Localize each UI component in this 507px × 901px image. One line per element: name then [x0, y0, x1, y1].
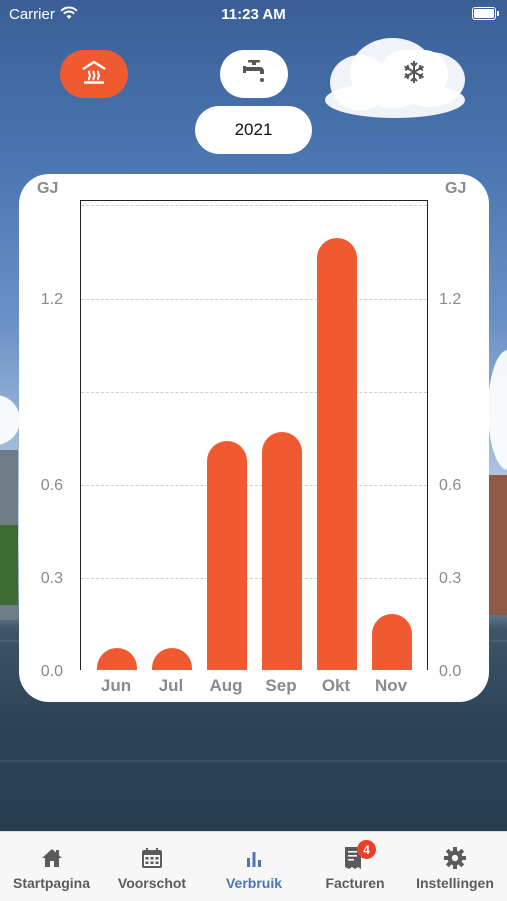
tab-voorschot[interactable]: Voorschot — [103, 832, 201, 901]
notification-badge: 4 — [357, 840, 376, 859]
bar-jul — [152, 648, 192, 670]
x-tick-label: Aug — [209, 676, 243, 695]
bar-nov — [372, 613, 412, 670]
bar-chart-plot-area — [80, 200, 428, 670]
bar-okt — [317, 237, 357, 670]
x-tick-label: Jul — [158, 676, 184, 695]
cooling-tab[interactable] — [380, 50, 448, 98]
y-tick-right: 0.0 — [439, 663, 462, 680]
x-tick-label: Nov — [374, 676, 408, 695]
invoice-icon: 4 — [343, 840, 376, 871]
heating-icon — [80, 59, 108, 90]
x-tick-label: Sep — [265, 676, 297, 695]
x-tick-label: Okt — [321, 676, 351, 695]
home-icon — [41, 845, 63, 871]
consumption-chart-card: GJ GJ 1.2 0.6 0.3 0.0 1.2 0.6 0.3 0.0 Ju… — [19, 174, 489, 702]
bar-aug — [207, 441, 247, 670]
x-tick-label: Jun — [100, 676, 132, 695]
snowflake-icon — [400, 58, 428, 91]
y-tick-right: 0.6 — [439, 477, 462, 494]
y-tick-right: 1.2 — [439, 291, 462, 308]
tab-startpagina[interactable]: Startpagina — [0, 832, 103, 901]
y-axis-unit-left: GJ — [37, 180, 59, 197]
gridline — [81, 205, 427, 206]
y-tick-left: 0.0 — [40, 663, 63, 680]
gridline — [81, 485, 427, 486]
gear-icon — [443, 845, 467, 871]
tap-water-tab[interactable] — [220, 50, 288, 98]
calendar-icon — [141, 845, 163, 871]
y-tick-right: 0.3 — [439, 570, 462, 587]
gridline — [81, 392, 427, 393]
tab-verbruik[interactable]: Verbruik — [201, 832, 307, 901]
bar-chart-icon — [243, 845, 265, 871]
tap-water-icon — [240, 58, 268, 91]
tab-instellingen[interactable]: Instellingen — [403, 832, 507, 901]
gridline — [81, 578, 427, 579]
tab-bar: Startpagina Voorschot Verbruik 4 Facture… — [0, 831, 507, 901]
tab-label: Startpagina — [12, 875, 90, 891]
year-selector[interactable]: 2021 — [195, 106, 312, 154]
gridline — [81, 299, 427, 300]
y-tick-left: 0.3 — [40, 570, 63, 587]
bar-sep — [262, 431, 302, 670]
bar-jun — [97, 648, 137, 670]
status-bar: Carrier 11:23 AM — [0, 0, 507, 28]
tab-label: Facturen — [325, 875, 385, 891]
clock: 11:23 AM — [221, 6, 286, 23]
tab-label: Voorschot — [117, 875, 187, 891]
tab-facturen[interactable]: 4 Facturen — [307, 832, 403, 901]
y-tick-left: 0.6 — [40, 477, 63, 494]
tab-label: Instellingen — [416, 875, 494, 891]
heating-tab[interactable] — [60, 50, 128, 98]
y-tick-left: 1.2 — [40, 291, 63, 308]
tab-label: Verbruik — [225, 875, 283, 891]
battery-icon — [472, 7, 499, 20]
y-axis-unit-right: GJ — [445, 180, 467, 197]
